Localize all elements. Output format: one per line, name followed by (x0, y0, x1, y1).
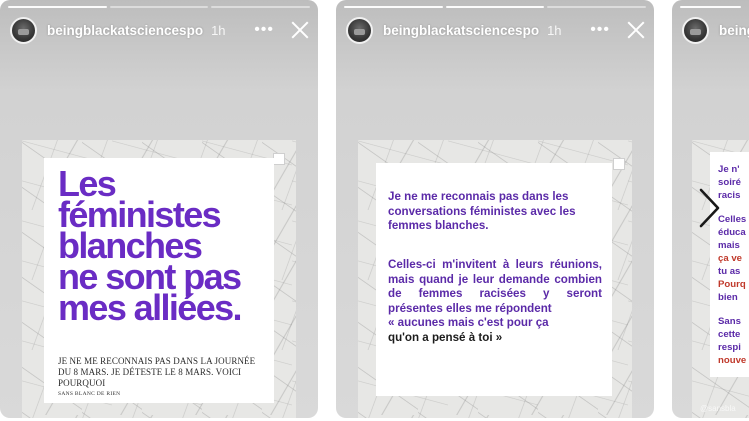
progress-segment (680, 6, 741, 8)
timestamp: 1h (547, 22, 562, 38)
text-fragment: Pourq (718, 279, 746, 290)
text-fragment: mais (718, 240, 740, 251)
stories-viewer: beingblackatsciencespo 1h ••• Les fémini… (0, 0, 749, 421)
text-fragment: ça ve (718, 253, 743, 264)
progress-segment (211, 6, 311, 8)
story-card-1[interactable]: beingblackatsciencespo 1h ••• Les fémini… (0, 0, 318, 418)
post-card: Je ne me reconnais pas dans les conversa… (376, 163, 612, 396)
watermark: @sansbla (700, 404, 736, 413)
text-fragment: Celles (718, 214, 747, 225)
next-arrow-icon[interactable] (696, 186, 722, 230)
avatar[interactable] (346, 16, 373, 44)
progress-segment (445, 6, 545, 8)
close-icon[interactable] (626, 20, 646, 40)
text-fragment: éduca (718, 227, 746, 238)
paragraph-1: Je ne me reconnais pas dans les conversa… (388, 190, 576, 233)
text-fragment: cette (718, 329, 741, 340)
signature: SANS BLANC DE RIEN (58, 391, 121, 397)
progress-segment (8, 6, 107, 8)
username[interactable]: beingblackatsciencespo (383, 23, 539, 38)
subtext: JE NE ME RECONNAIS PAS DANS LA JOURNÉE D… (58, 356, 256, 388)
quote-part-1: « aucunes mais c'est pour ça (388, 316, 549, 330)
story-header: beingblackatsciencespo (682, 14, 749, 46)
text-fragment: tu as (718, 266, 741, 277)
story-header: beingblackatsciencespo 1h ••• (10, 14, 310, 46)
text-fragment: respi (718, 342, 741, 353)
more-icon[interactable]: ••• (590, 22, 610, 38)
quote-part-2: qu'on a pensé à toi » (388, 330, 503, 344)
timestamp: 1h (211, 22, 226, 38)
headline-line: mes alliées. (58, 287, 243, 328)
progress-segment (109, 6, 209, 8)
story-header: beingblackatsciencespo 1h ••• (346, 14, 646, 46)
headline: Les féministes blanches ne sont pas mes … (58, 166, 268, 328)
avatar[interactable] (10, 16, 37, 44)
text-fragment: bien (718, 292, 738, 303)
progress-segment (547, 6, 647, 8)
username[interactable]: beingblackatsciencespo (719, 23, 749, 38)
avatar[interactable] (682, 16, 709, 44)
paragraph-2-text: Celles-ci m'invitent à leurs réunions, m… (388, 258, 602, 315)
close-icon[interactable] (290, 20, 310, 40)
story-card-2[interactable]: beingblackatsciencespo 1h ••• Je ne me r… (336, 0, 654, 418)
text-fragment: Je n' (718, 164, 740, 175)
paragraph-2: Celles-ci m'invitent à leurs réunions, m… (388, 258, 602, 346)
progress-bar (344, 6, 647, 8)
progress-bar (680, 6, 741, 8)
username[interactable]: beingblackatsciencespo (47, 23, 203, 38)
frame-corner (613, 158, 625, 170)
progress-segment (344, 6, 443, 8)
more-icon[interactable]: ••• (254, 22, 274, 38)
post-card: Les féministes blanches ne sont pas mes … (44, 158, 274, 403)
frame-corner (273, 153, 285, 165)
text-fragment: Sans (718, 316, 741, 327)
text-fragment: nouve (718, 355, 747, 366)
progress-bar (8, 6, 311, 8)
